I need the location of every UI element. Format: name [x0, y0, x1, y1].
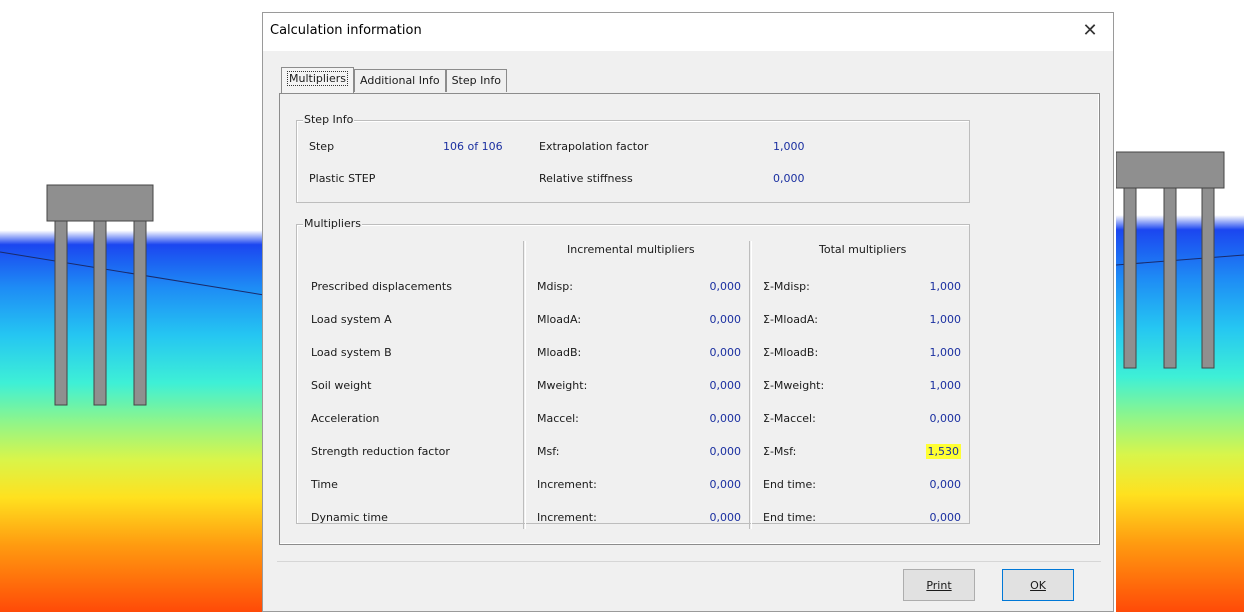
- column-divider: [749, 241, 752, 529]
- ok-label: OK: [1030, 579, 1046, 592]
- close-icon[interactable]: ✕: [1077, 18, 1103, 44]
- total-multipliers-header: Total multipliers: [819, 243, 907, 256]
- incremental-value: 0,000: [709, 511, 742, 524]
- total-value: 1,530: [877, 444, 961, 459]
- contour-plot-right: [1116, 0, 1244, 612]
- total-name: Σ-MloadA:: [763, 313, 818, 326]
- multiplier-row-label: Load system B: [311, 346, 392, 359]
- plastic-step-label: Plastic STEP: [309, 172, 376, 185]
- total-value: 0,000: [929, 478, 962, 491]
- multiplier-row-label: Load system A: [311, 313, 392, 326]
- incremental-multipliers-header: Incremental multipliers: [567, 243, 695, 256]
- tab-multipliers[interactable]: Multipliers: [281, 67, 355, 93]
- multiplier-row-label: Strength reduction factor: [311, 445, 450, 458]
- step-info-group: Step Info Step 106 of 106 Plastic STEP E…: [296, 113, 970, 203]
- incremental-name: MloadB:: [537, 346, 582, 359]
- incremental-value: 0,000: [709, 445, 742, 458]
- multiplier-row-label: Prescribed displacements: [311, 280, 452, 293]
- title-bar[interactable]: Calculation information ✕: [263, 13, 1113, 51]
- multipliers-legend: Multipliers: [303, 217, 363, 230]
- total-value: 1,000: [929, 346, 962, 359]
- step-label: Step: [309, 140, 335, 153]
- multiplier-row-label: Acceleration: [311, 412, 380, 425]
- relative-stiffness-value: 0,000: [773, 172, 805, 185]
- incremental-name: Maccel:: [537, 412, 579, 425]
- total-value: 0,000: [929, 511, 962, 524]
- ok-button[interactable]: OK: [1002, 569, 1074, 601]
- total-value: 1,000: [929, 280, 962, 293]
- print-label: Print: [926, 579, 952, 592]
- incremental-name: Msf:: [537, 445, 560, 458]
- step-info-legend: Step Info: [303, 113, 355, 126]
- contour-plot-left: [0, 0, 264, 612]
- tab-label: Multipliers: [287, 71, 349, 86]
- tab-additional-info[interactable]: Additional Info: [354, 69, 446, 92]
- relative-stiffness-label: Relative stiffness: [539, 172, 633, 185]
- total-name: Σ-Maccel:: [763, 412, 816, 425]
- tab-step-info[interactable]: Step Info: [445, 69, 507, 92]
- print-button[interactable]: Print: [903, 569, 975, 601]
- total-name: Σ-MloadB:: [763, 346, 819, 359]
- total-value: 0,000: [929, 412, 962, 425]
- multiplier-row-label: Soil weight: [311, 379, 372, 392]
- total-name: Σ-Mdisp:: [763, 280, 810, 293]
- total-name: End time:: [763, 511, 816, 524]
- highlighted-msf-value: 1,530: [925, 444, 961, 459]
- dialog-title: Calculation information: [270, 23, 422, 38]
- incremental-name: Increment:: [537, 478, 597, 491]
- multipliers-panel: Step Info Step 106 of 106 Plastic STEP E…: [279, 93, 1100, 545]
- incremental-value: 0,000: [709, 478, 742, 491]
- multipliers-group: Multipliers Incremental multipliers Tota…: [296, 217, 970, 529]
- incremental-name: Mweight:: [537, 379, 588, 392]
- calculation-information-dialog: Calculation information ✕ Multipliers Ad…: [262, 12, 1114, 612]
- total-name: Σ-Mweight:: [763, 379, 825, 392]
- multiplier-row-label: Dynamic time: [311, 511, 388, 524]
- total-value: 1,000: [929, 313, 962, 326]
- footer-divider: [277, 561, 1101, 562]
- incremental-value: 0,000: [709, 280, 742, 293]
- incremental-name: Increment:: [537, 511, 597, 524]
- incremental-name: MloadA:: [537, 313, 582, 326]
- total-name: Σ-Msf:: [763, 445, 797, 458]
- total-value: 1,000: [929, 379, 962, 392]
- extrapolation-factor-value: 1,000: [773, 140, 805, 153]
- column-divider: [523, 241, 526, 529]
- total-name: End time:: [763, 478, 816, 491]
- incremental-value: 0,000: [709, 379, 742, 392]
- incremental-value: 0,000: [709, 313, 742, 326]
- step-value: 106 of 106: [443, 140, 503, 153]
- extrapolation-factor-label: Extrapolation factor: [539, 140, 649, 153]
- incremental-value: 0,000: [709, 346, 742, 359]
- incremental-value: 0,000: [709, 412, 742, 425]
- multiplier-row-label: Time: [311, 478, 338, 491]
- incremental-name: Mdisp:: [537, 280, 573, 293]
- tab-strip: Multipliers Additional Info Step Info: [281, 67, 507, 93]
